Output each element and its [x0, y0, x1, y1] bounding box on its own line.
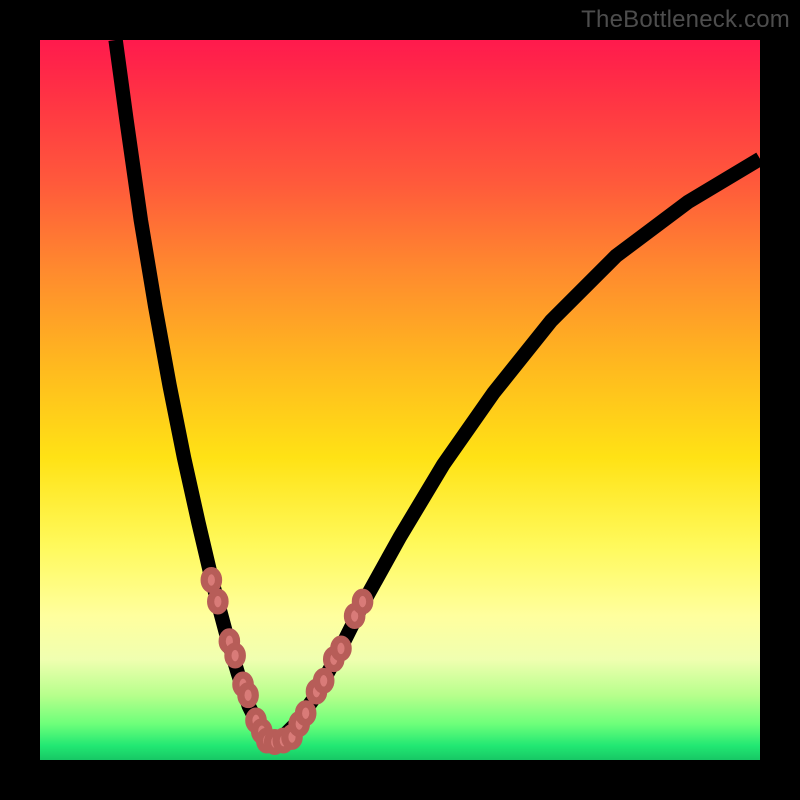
data-point	[334, 639, 348, 658]
watermark-text: TheBottleneck.com	[581, 6, 790, 34]
plot-area	[40, 40, 760, 760]
points-right	[292, 592, 370, 733]
curves-svg	[40, 40, 760, 760]
data-point	[241, 686, 255, 705]
chart-frame: TheBottleneck.com	[0, 0, 800, 800]
points-left	[204, 571, 269, 741]
data-point	[204, 571, 218, 590]
curve-left	[116, 40, 269, 742]
data-point	[298, 704, 312, 723]
data-point	[316, 671, 330, 690]
data-point	[355, 592, 369, 611]
data-point	[228, 646, 242, 665]
data-point	[211, 592, 225, 611]
